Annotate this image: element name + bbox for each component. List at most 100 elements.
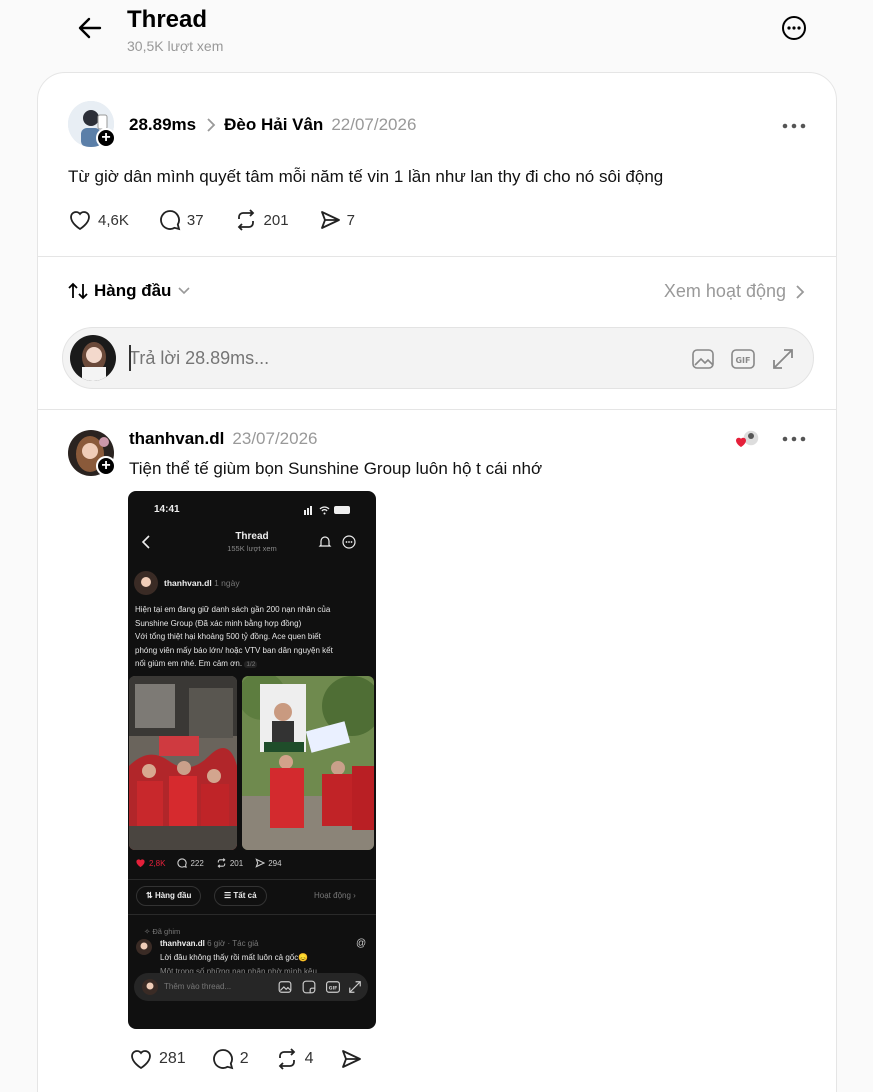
embedded-sort-pill: ⇅ Hàng đầu (136, 886, 202, 906)
sort-dropdown[interactable]: Hàng đầu (68, 281, 191, 301)
follow-plus-icon[interactable]: + (96, 456, 116, 476)
chevron-right-icon (796, 284, 805, 299)
embedded-line: phóng viên mấy báo lớn/ hoặc VTV ban dân… (135, 645, 333, 655)
post-actions: 4,6K 37 201 7 (68, 209, 385, 231)
attached-screenshot[interactable]: 14:41 Thread 155K lượt xem thanhvan.dl 1… (128, 491, 376, 1029)
comment-share-button[interactable] (340, 1048, 362, 1070)
expand-icon (349, 981, 361, 993)
embedded-page-indicator: 1/2 (244, 661, 258, 668)
gif-icon: GIF (326, 981, 340, 993)
repost-icon (278, 1048, 295, 1070)
post-text: Từ giờ dân mình quyết tâm mỗi năm tế vin… (68, 167, 664, 186)
comment-button[interactable]: 37 (159, 209, 204, 231)
repost-button[interactable]: 201 (234, 209, 289, 231)
comment-count: 37 (186, 211, 204, 229)
comment-date: 23/07/2026 (232, 429, 318, 448)
expand-icon[interactable] (771, 347, 795, 371)
community-name[interactable]: Đèo Hải Vân (224, 115, 323, 135)
sort-label: Hàng đầu (94, 281, 172, 300)
sort-icon (68, 282, 88, 300)
sticker-icon (302, 980, 316, 994)
like-button[interactable]: 4,6K (68, 209, 129, 231)
embedded-input-bar: Thêm vào thread... GIF (134, 973, 368, 1001)
view-count: 30,5K lượt xem (127, 38, 224, 54)
comment-like-button[interactable]: 281 (129, 1048, 186, 1070)
comment-reply-count: 2 (239, 1050, 249, 1067)
more-options-icon[interactable] (781, 15, 807, 41)
embedded-views: 155K lượt xem (227, 544, 277, 553)
gif-icon[interactable]: GIF (731, 347, 755, 371)
protest-photo-2 (242, 676, 374, 850)
embedded-comment-head: thanhvan.dl 6 giờ · Tác giả (160, 939, 258, 948)
repost-icon (237, 209, 254, 231)
post-date: 22/07/2026 (331, 115, 417, 134)
divider (38, 409, 836, 410)
threads-logo-icon: @ (356, 938, 367, 949)
comment-icon (159, 210, 181, 231)
page-title: Thread (127, 6, 208, 33)
embedded-comment-text: Lời đâu không thấy rồi mất luôn cả gốc😞 (160, 953, 309, 962)
embedded-line: Hiện tại em đang giữ danh sách gần 200 n… (135, 605, 331, 614)
share-button[interactable]: 7 (319, 209, 355, 231)
post-more-icon[interactable] (781, 119, 807, 133)
embedded-input-avatar (142, 979, 158, 995)
comment-more-icon[interactable] (781, 432, 807, 446)
embedded-activity: Hoạt động › (314, 891, 356, 900)
comment-repost-count: 4 (304, 1050, 314, 1067)
embedded-sort-label: Hàng đầu (154, 891, 192, 900)
activity-label: Xem hoạt động (663, 281, 786, 301)
page-header: Thread 30,5K lượt xem (0, 0, 873, 70)
comment-repost-button[interactable]: 4 (275, 1048, 314, 1070)
comment-username[interactable]: thanhvan.dl (129, 429, 224, 449)
repost-count: 201 (263, 211, 289, 229)
embedded-actions: 2,8K 222 201 294 (135, 858, 282, 868)
embedded-line: Với tổng thiệt hại khoảng 500 tỷ đồng. A… (135, 632, 321, 641)
like-count: 4,6K (98, 211, 129, 229)
back-arrow-icon[interactable] (76, 14, 104, 42)
embedded-ago: 1 ngày (214, 578, 240, 588)
current-user-avatar (70, 335, 116, 381)
view-activity-link[interactable]: Xem hoạt động (664, 281, 806, 302)
svg-text:GIF: GIF (329, 985, 338, 991)
svg-text:GIF: GIF (735, 356, 750, 365)
embedded-avatar (134, 571, 158, 595)
embedded-post-text: Hiện tại em đang giữ danh sách gần 200 n… (135, 603, 333, 672)
heart-filled-icon (136, 859, 145, 868)
embedded-username-row: thanhvan.dl 1 ngày (164, 578, 240, 588)
send-icon (255, 858, 266, 868)
share-count: 7 (346, 211, 355, 229)
embedded-comments: 222 (190, 858, 204, 868)
follow-plus-icon[interactable]: + (96, 128, 116, 148)
reply-composer: GIF (62, 327, 814, 389)
more-circle-icon (342, 535, 356, 549)
divider (128, 914, 376, 915)
heart-icon (131, 1050, 151, 1070)
embedded-title: Thread (235, 531, 269, 542)
reply-input[interactable] (129, 346, 629, 370)
embedded-username: thanhvan.dl (164, 578, 212, 588)
image-icon[interactable] (691, 347, 715, 371)
send-icon (320, 211, 340, 229)
embedded-pinned: Đã ghim (152, 927, 181, 936)
embedded-comment-avatar (136, 939, 152, 955)
liked-by-author-icon (735, 429, 761, 449)
embedded-shares: 294 (268, 858, 282, 868)
repost-icon (217, 858, 226, 868)
text-caret (129, 345, 131, 371)
image-icon (278, 981, 292, 993)
thread-card: + 28.89ms Đèo Hải Vân 22/07/2026 Từ giờ … (37, 72, 837, 1092)
heart-icon (70, 211, 90, 231)
embedded-activity-label: Hoạt động (314, 891, 351, 900)
embedded-reposts: 201 (229, 858, 244, 868)
embedded-line: nối giùm em nhé. Em cảm ơn. (135, 659, 243, 668)
divider (128, 879, 376, 880)
comment-reply-button[interactable]: 2 (212, 1048, 249, 1070)
comment-text: Tiện thể tế giùm bọn Sunshine Group luôn… (129, 459, 543, 478)
post-username[interactable]: 28.89ms (129, 115, 196, 135)
comment-like-count: 281 (159, 1050, 186, 1067)
send-icon (341, 1050, 361, 1068)
comment-actions: 281 2 4 (129, 1048, 392, 1070)
divider (38, 256, 836, 257)
embedded-input-placeholder: Thêm vào thread... (164, 982, 232, 991)
status-time: 14:41 (154, 504, 180, 515)
